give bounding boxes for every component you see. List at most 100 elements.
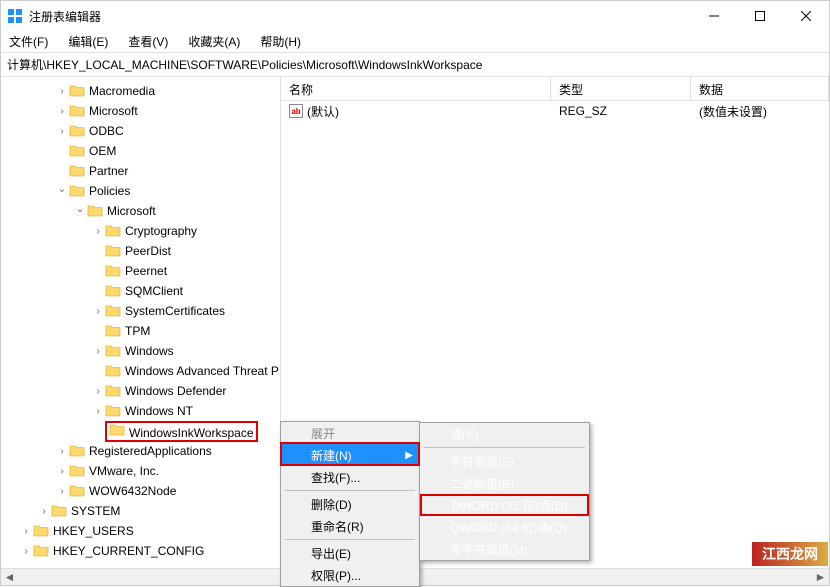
tree-item[interactable]: ·Windows Advanced Threat P — [1, 361, 280, 381]
folder-icon — [33, 544, 49, 558]
tree-pane[interactable]: ›Macromedia›Microsoft›ODBC·OEM·Partner⌄P… — [1, 77, 281, 568]
tree-item[interactable]: › Windows Defender — [1, 381, 280, 401]
folder-icon — [69, 144, 85, 158]
titlebar[interactable]: 注册表编辑器 — [1, 1, 829, 31]
tree-item[interactable]: › RegisteredApplications — [1, 441, 280, 461]
menu-view[interactable]: 查看(V) — [124, 31, 172, 52]
tree-item-label: Policies — [89, 184, 130, 198]
chevron-right-icon[interactable]: › — [91, 406, 105, 417]
menu-help[interactable]: 帮助(H) — [256, 31, 305, 52]
chevron-right-icon[interactable]: › — [55, 126, 69, 137]
window-controls — [691, 1, 829, 31]
ctx-separator-1 — [285, 490, 415, 491]
chevron-right-icon[interactable]: › — [55, 466, 69, 477]
ctx-new[interactable]: 新建(N) ▶ 项(K) 字符串值(S) 二进制值(B) DWORD (32 位… — [281, 444, 419, 466]
sub-binary[interactable]: 二进制值(B) — [420, 472, 589, 494]
scroll-right-arrow[interactable]: ► — [812, 569, 829, 586]
folder-icon — [105, 304, 121, 318]
folder-icon — [105, 404, 121, 418]
tree-item-label: PeerDist — [125, 244, 171, 258]
sub-string[interactable]: 字符串值(S) — [420, 450, 589, 472]
folder-icon — [69, 124, 85, 138]
scroll-left-arrow[interactable]: ◄ — [1, 569, 18, 586]
tree-item[interactable]: ›Windows — [1, 341, 280, 361]
chevron-right-icon[interactable]: › — [19, 526, 33, 537]
ctx-export[interactable]: 导出(E) — [281, 542, 419, 564]
column-name[interactable]: 名称 — [281, 77, 551, 100]
chevron-right-icon[interactable]: › — [91, 306, 105, 317]
column-data[interactable]: 数据 — [691, 77, 829, 100]
tree-item-label: RegisteredApplications — [89, 444, 212, 458]
folder-icon — [33, 524, 49, 538]
tree-item[interactable]: ·OEM — [1, 141, 280, 161]
chevron-right-icon[interactable]: › — [91, 226, 105, 237]
list-row[interactable]: ab (默认) REG_SZ (数值未设置) — [281, 101, 829, 121]
tree-item[interactable]: ›Macromedia — [1, 81, 280, 101]
ctx-permissions[interactable]: 权限(P)... — [281, 564, 419, 586]
maximize-button[interactable] — [737, 1, 783, 31]
tree-item[interactable]: ›SystemCertificates — [1, 301, 280, 321]
folder-icon — [69, 464, 85, 478]
folder-icon — [109, 423, 125, 437]
chevron-right-icon[interactable]: › — [55, 486, 69, 497]
menu-favorites[interactable]: 收藏夹(A) — [184, 31, 244, 52]
menu-edit[interactable]: 编辑(E) — [64, 31, 112, 52]
column-type[interactable]: 类型 — [551, 77, 691, 100]
value-data: (数值未设置) — [691, 103, 829, 120]
chevron-right-icon[interactable]: › — [55, 106, 69, 117]
tree-item[interactable]: ›HKEY_CURRENT_CONFIG — [1, 541, 280, 561]
ctx-delete[interactable]: 删除(D) — [281, 493, 419, 515]
tree-item-label: OEM — [89, 144, 116, 158]
sub-qword[interactable]: QWORD (64 位)值(Q) — [420, 516, 589, 538]
tree-item[interactable]: ·WindowsInkWorkspace — [1, 421, 280, 441]
tree-item-label: SYSTEM — [71, 504, 120, 518]
watermark: 江西龙网 — [752, 542, 828, 566]
folder-icon — [105, 344, 121, 358]
folder-icon — [69, 104, 85, 118]
chevron-right-icon[interactable]: › — [19, 546, 33, 557]
folder-icon — [69, 184, 85, 198]
chevron-right-icon[interactable]: › — [55, 86, 69, 97]
tree-item[interactable]: ›Cryptography — [1, 221, 280, 241]
tree-item[interactable]: ·SQMClient — [1, 281, 280, 301]
tree-item-label: Peernet — [125, 264, 167, 278]
chevron-down-icon[interactable]: ⌄ — [73, 204, 87, 215]
ctx-find[interactable]: 查找(F)... — [281, 466, 419, 488]
chevron-right-icon[interactable]: › — [37, 506, 51, 517]
tree-item[interactable]: ⌄ Microsoft — [1, 201, 280, 221]
list-header: 名称 类型 数据 — [281, 77, 829, 101]
tree-item[interactable]: ·PeerDist — [1, 241, 280, 261]
minimize-button[interactable] — [691, 1, 737, 31]
folder-icon — [69, 484, 85, 498]
chevron-down-icon[interactable]: ⌄ — [55, 184, 69, 195]
address-bar[interactable]: 计算机\HKEY_LOCAL_MACHINE\SOFTWARE\Policies… — [1, 53, 829, 77]
tree-item-label: Windows Defender — [125, 384, 226, 398]
close-button[interactable] — [783, 1, 829, 31]
folder-icon — [105, 384, 121, 398]
tree-item[interactable]: ·TPM — [1, 321, 280, 341]
submenu-separator — [424, 447, 585, 448]
folder-icon — [69, 84, 85, 98]
chevron-right-icon[interactable]: › — [91, 346, 105, 357]
chevron-right-icon[interactable]: › — [55, 446, 69, 457]
tree-item[interactable]: ⌄ Policies — [1, 181, 280, 201]
tree-item-label: Windows Advanced Threat P — [125, 364, 279, 378]
tree-item[interactable]: ›WOW6432Node — [1, 481, 280, 501]
tree-item[interactable]: › SYSTEM — [1, 501, 280, 521]
tree-item-label: Microsoft — [107, 204, 156, 218]
tree-item[interactable]: ›VMware, Inc. — [1, 461, 280, 481]
tree-item[interactable]: ›ODBC — [1, 121, 280, 141]
tree-item[interactable]: ›HKEY_USERS — [1, 521, 280, 541]
folder-icon — [69, 444, 85, 458]
sub-dword[interactable]: DWORD (32 位)值(D) — [420, 494, 589, 516]
tree-item[interactable]: ·Partner — [1, 161, 280, 181]
tree-item[interactable]: ›Microsoft — [1, 101, 280, 121]
sub-key[interactable]: 项(K) — [420, 423, 589, 445]
sub-multistring[interactable]: 多字符串值(M) — [420, 538, 589, 560]
tree-item[interactable]: ›Windows NT — [1, 401, 280, 421]
chevron-right-icon[interactable]: › — [91, 386, 105, 397]
tree-item[interactable]: ·Peernet — [1, 261, 280, 281]
menu-file[interactable]: 文件(F) — [5, 31, 52, 52]
ctx-rename[interactable]: 重命名(R) — [281, 515, 419, 537]
ctx-expand[interactable]: 展开 — [281, 422, 419, 444]
